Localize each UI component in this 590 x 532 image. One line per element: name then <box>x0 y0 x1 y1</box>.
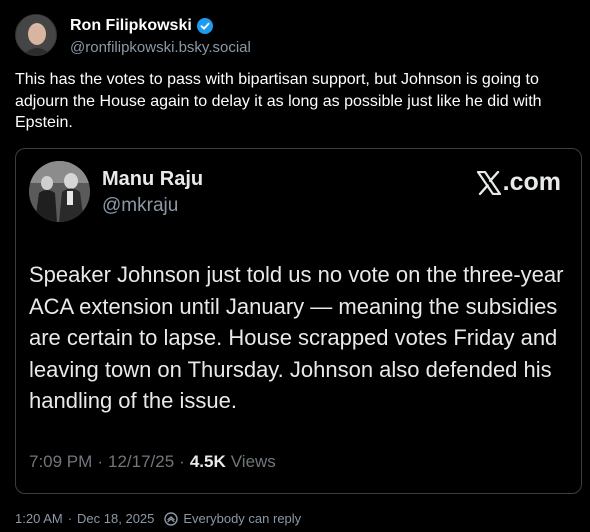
embed-time[interactable]: 7:09 PM <box>29 452 92 472</box>
post-text: This has the votes to pass with bipartis… <box>15 71 542 131</box>
post-timestamp[interactable]: 1:20 AM <box>15 511 63 526</box>
footer-separator: · <box>67 511 73 526</box>
reply-setting-text[interactable]: Everybody can reply <box>183 511 301 526</box>
embed-author-avatar[interactable] <box>29 161 90 222</box>
post: Ron Filipkowski @ronfilipkowski.bsky.soc… <box>0 0 590 532</box>
embed-author-display-name[interactable]: Manu Raju <box>102 168 203 191</box>
x-logo-icon <box>476 170 502 195</box>
author-avatar[interactable] <box>15 14 57 56</box>
embedded-tweet-card[interactable]: Manu Raju @mkraju .com Speaker Johnson j… <box>15 148 582 494</box>
embed-views-label: Views <box>230 452 276 471</box>
post-date[interactable]: Dec 18, 2025 <box>77 511 154 526</box>
embed-views-count: 4.5K <box>189 452 226 471</box>
embed-tweet-text: Speaker Johnson just told us no vote on … <box>29 262 564 413</box>
avatar-photo-icon <box>16 15 56 55</box>
reply-settings-icon <box>164 511 179 526</box>
x-source-text: .com <box>502 168 561 196</box>
meta-separator: · <box>179 452 185 471</box>
post-header: Ron Filipkowski @ronfilipkowski.bsky.soc… <box>15 14 251 56</box>
embed-meta: 7:09 PM · 12/17/25 · 4.5K Views <box>29 452 276 472</box>
post-footer: 1:20 AM · Dec 18, 2025 Everybody can rep… <box>15 511 301 526</box>
author-display-name[interactable]: Ron Filipkowski <box>70 17 192 35</box>
embed-avatar-photo-icon <box>29 161 90 222</box>
author-identity: Ron Filipkowski @ronfilipkowski.bsky.soc… <box>70 15 251 56</box>
meta-separator: · <box>97 452 103 471</box>
embed-date[interactable]: 12/17/25 <box>108 452 174 472</box>
verified-badge-icon <box>196 17 213 34</box>
author-handle[interactable]: @ronfilipkowski.bsky.social <box>70 39 251 56</box>
embed-author-handle[interactable]: @mkraju <box>102 195 178 217</box>
author-name-row: Ron Filipkowski <box>70 15 251 37</box>
x-source-label: .com <box>476 168 561 197</box>
